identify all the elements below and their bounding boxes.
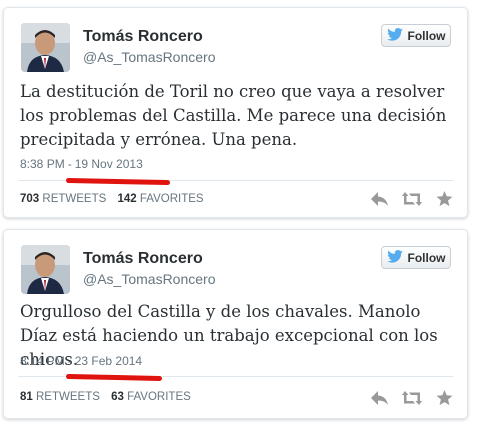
favorites-label: FAVORITES (139, 193, 204, 205)
avatar[interactable] (21, 23, 70, 72)
twitter-bird-icon (386, 249, 403, 266)
favorites-stat[interactable]: 142 FAVORITES (117, 193, 203, 205)
reply-icon[interactable] (369, 188, 391, 210)
follow-label: Follow (407, 28, 446, 43)
follow-button[interactable]: Follow (381, 246, 451, 269)
follow-button[interactable]: Follow (381, 24, 451, 47)
tweet-date: 19 Nov 2013 (74, 157, 143, 171)
retweets-count: 703 (20, 193, 40, 205)
tweet-card: Tomás Roncero @As_TomasRoncero Follow Or… (3, 229, 468, 419)
retweets-stat[interactable]: 81 RETWEETS (20, 391, 100, 403)
tweet-time: 8:38 PM (20, 157, 65, 171)
star-icon[interactable] (433, 387, 455, 409)
favorites-label: FAVORITES (127, 391, 191, 403)
tweet-time: 8:14 PM (20, 354, 65, 368)
tweet-actions (369, 188, 455, 210)
retweets-label: RETWEETS (42, 193, 107, 205)
retweets-count: 81 (20, 391, 33, 403)
tweet-date: 23 Feb 2014 (74, 354, 143, 368)
favorites-count: 142 (117, 193, 137, 205)
tweet-actions (369, 387, 455, 409)
tweet-card: Tomás Roncero @As_TomasRoncero Follow La… (3, 7, 468, 218)
avatar[interactable] (21, 245, 70, 294)
tweet-timestamp[interactable]: 8:14 PM -23 Feb 2014 (20, 354, 142, 368)
author-name[interactable]: Tomás Roncero (83, 250, 203, 268)
tweet-stats: 703 RETWEETS 142 FAVORITES (20, 193, 212, 205)
retweet-icon[interactable] (401, 387, 423, 409)
tweet-stats: 81 RETWEETS 63 FAVORITES (20, 391, 199, 403)
author-handle[interactable]: @As_TomasRoncero (83, 271, 216, 287)
tweet-text: La destitución de Toril no creo que vaya… (20, 82, 447, 149)
follow-label: Follow (407, 250, 446, 265)
favorites-stat[interactable]: 63 FAVORITES (111, 391, 191, 403)
retweets-label: RETWEETS (36, 391, 100, 403)
red-underline-annotation (65, 373, 163, 382)
retweets-stat[interactable]: 703 RETWEETS (20, 193, 106, 205)
tweet-timestamp[interactable]: 8:38 PM -19 Nov 2013 (20, 157, 143, 171)
timestamp-separator: - (67, 157, 72, 171)
reply-icon[interactable] (369, 387, 391, 409)
retweet-icon[interactable] (401, 188, 423, 210)
star-icon[interactable] (433, 188, 455, 210)
author-name[interactable]: Tomás Roncero (83, 28, 203, 46)
red-underline-annotation (65, 177, 171, 186)
favorites-count: 63 (111, 391, 124, 403)
twitter-bird-icon (386, 27, 403, 44)
timestamp-separator: - (67, 354, 72, 368)
author-handle[interactable]: @As_TomasRoncero (83, 49, 216, 65)
